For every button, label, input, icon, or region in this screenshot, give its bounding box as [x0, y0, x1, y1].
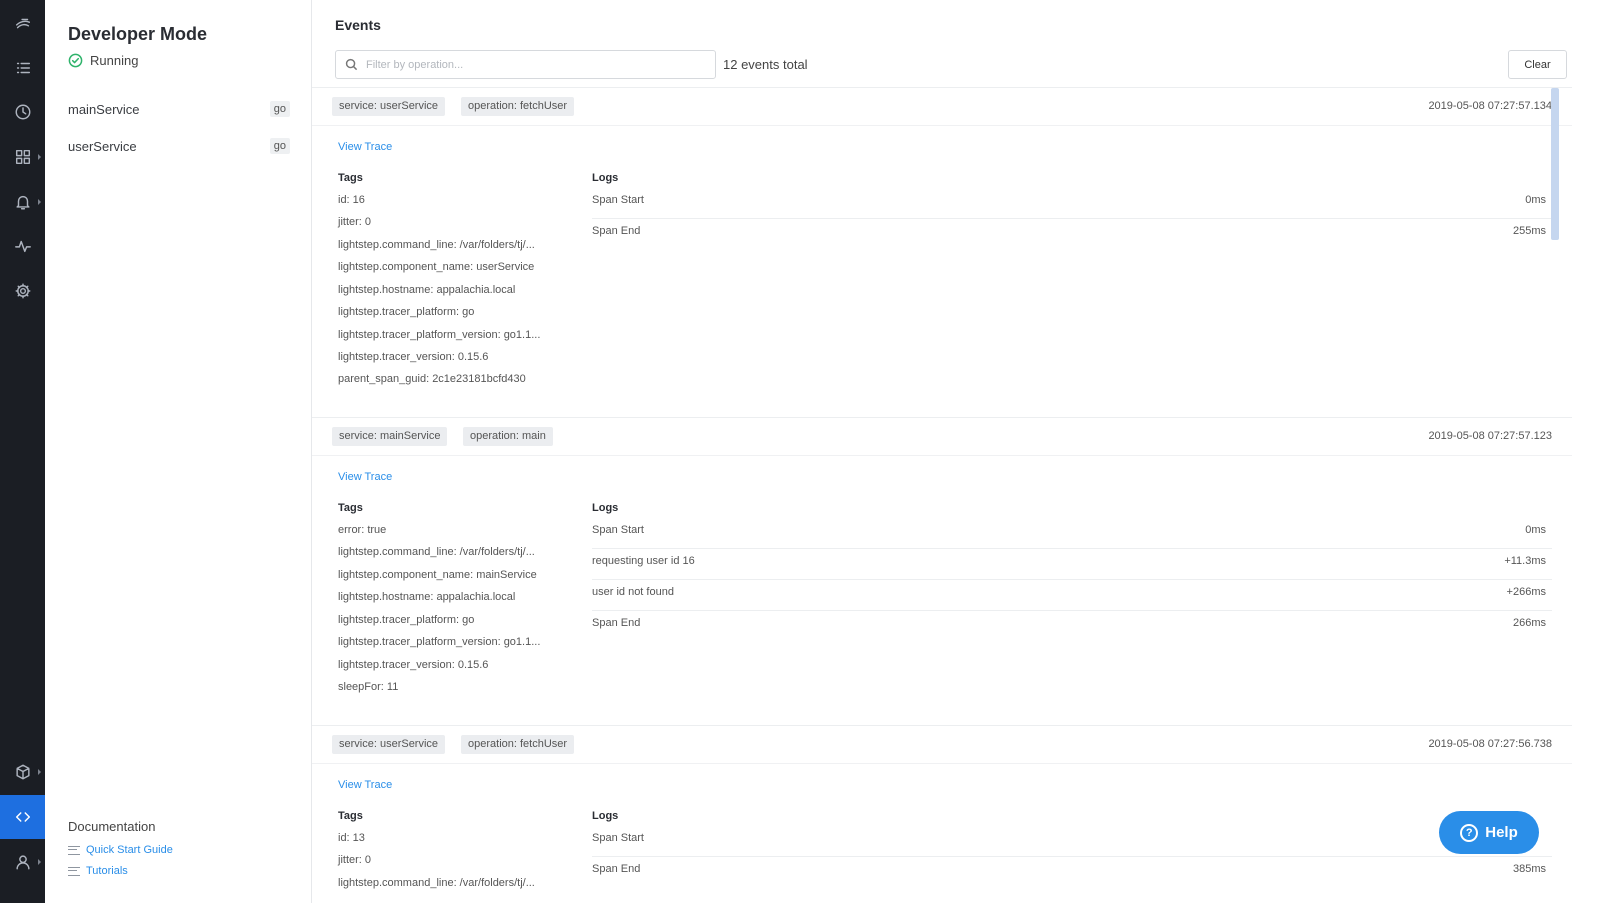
tag-entry: lightstep.command_line: /var/folders/tj/…: [338, 546, 535, 558]
service-chip[interactable]: service: userService: [332, 735, 446, 754]
tag-entry: sleepFor: 11: [338, 681, 399, 693]
logs-heading: Logs: [592, 502, 619, 514]
operation-chip[interactable]: operation: fetchUser: [461, 97, 575, 116]
sidebar-service-item[interactable]: userService go: [68, 135, 290, 157]
log-row: Span End 385ms: [592, 863, 1546, 875]
clear-button[interactable]: Clear: [1508, 50, 1567, 79]
status-indicator: Running: [68, 53, 138, 68]
status-text: Running: [90, 53, 139, 68]
developer-mode-sidebar: Developer Mode Running mainService go us…: [45, 0, 312, 903]
filter-input[interactable]: [366, 58, 696, 71]
quick-start-guide-link[interactable]: Quick Start Guide: [68, 844, 173, 856]
documentation-heading: Documentation: [68, 819, 156, 834]
event-card: service: userService operation: fetchUse…: [312, 725, 1572, 903]
events-panel: Events 12 events total Clear service: us…: [312, 0, 1572, 903]
tag-entry: lightstep.tracer_platform: go: [338, 306, 475, 318]
tag-entry: lightstep.command_line: /var/folders/tj/…: [338, 239, 535, 251]
tag-entry: lightstep.tracer_platform_version: go1.1…: [338, 329, 541, 341]
view-trace-link[interactable]: View Trace: [338, 471, 392, 483]
service-chip[interactable]: service: mainService: [332, 427, 448, 446]
tag-entry: lightstep.tracer_version: 0.15.6: [338, 659, 489, 671]
event-header: service: userService operation: fetchUse…: [312, 726, 1572, 764]
log-row: user id not found +266ms: [592, 580, 1552, 611]
log-row: Span End 255ms: [592, 225, 1546, 237]
tag-entry: lightstep.tracer_version: 0.15.6: [338, 351, 489, 363]
tags-heading: Tags: [338, 172, 363, 184]
tag-entry: id: 13: [338, 832, 365, 844]
tag-entry: parent_span_guid: 2c1e23181bcfd430: [338, 373, 526, 385]
package-cube-icon[interactable]: [0, 750, 45, 794]
events-count: 12 events total: [723, 57, 808, 72]
document-lines-icon: [68, 866, 80, 876]
log-row: requesting user id 16 +11.3ms: [592, 549, 1552, 580]
user-icon[interactable]: [0, 840, 45, 884]
log-row: Span End 266ms: [592, 617, 1546, 629]
operation-chip[interactable]: operation: fetchUser: [461, 735, 575, 754]
tags-heading: Tags: [338, 502, 363, 514]
gear-icon[interactable]: [0, 269, 45, 313]
tag-entry: lightstep.hostname: appalachia.local: [338, 591, 516, 603]
tag-entry: error: true: [338, 524, 387, 536]
event-header: service: userService operation: fetchUse…: [312, 88, 1572, 126]
list-icon[interactable]: [0, 46, 45, 90]
chevron-right-icon: [38, 859, 41, 865]
event-timestamp: 2019-05-08 07:27:56.738: [1428, 738, 1552, 750]
event-timestamp: 2019-05-08 07:27:57.123: [1428, 430, 1552, 442]
tag-entry: id: 16: [338, 194, 365, 206]
activity-pulse-icon[interactable]: [0, 224, 45, 268]
chevron-right-icon: [38, 769, 41, 775]
chevron-right-icon: [38, 199, 41, 205]
scrollbar-thumb[interactable]: [1551, 88, 1559, 240]
event-card: service: mainService operation: main 201…: [312, 417, 1572, 724]
tutorials-link[interactable]: Tutorials: [68, 865, 128, 877]
document-lines-icon: [68, 845, 80, 855]
tag-entry: lightstep.hostname: appalachia.local: [338, 284, 516, 296]
code-brackets-icon[interactable]: [0, 795, 45, 839]
tag-entry: lightstep.component_name: mainService: [338, 569, 537, 581]
event-header: service: mainService operation: main 201…: [312, 418, 1572, 456]
tag-entry: lightstep.command_line: /var/folders/tj/…: [338, 877, 535, 889]
service-name: userService: [68, 138, 137, 154]
dashboard-grid-icon[interactable]: [0, 135, 45, 179]
search-icon: [345, 58, 358, 71]
page-title: Events: [335, 17, 381, 33]
filter-box[interactable]: [335, 50, 716, 79]
view-trace-link[interactable]: View Trace: [338, 779, 392, 791]
tag-entry: lightstep.tracer_platform_version: go1.1…: [338, 636, 541, 648]
question-mark-icon: ?: [1460, 823, 1479, 842]
bell-icon[interactable]: [0, 180, 45, 224]
tag-entry: jitter: 0: [338, 216, 372, 228]
logs-heading: Logs: [592, 810, 619, 822]
event-timestamp: 2019-05-08 07:27:57.134: [1428, 100, 1552, 112]
sidebar-service-item[interactable]: mainService go: [68, 98, 290, 120]
clock-icon[interactable]: [0, 90, 45, 134]
language-badge: go: [269, 101, 290, 117]
operation-chip[interactable]: operation: main: [463, 427, 553, 446]
chevron-right-icon: [38, 154, 41, 160]
check-circle-icon: [68, 53, 83, 68]
sidebar-title: Developer Mode: [68, 24, 208, 44]
tag-entry: jitter: 0: [338, 854, 372, 866]
service-chip[interactable]: service: userService: [332, 97, 446, 116]
event-card: service: userService operation: fetchUse…: [312, 87, 1572, 416]
tag-entry: lightstep.tracer_platform: go: [338, 614, 475, 626]
service-name: mainService: [68, 101, 140, 117]
log-row: Span Start 0ms: [592, 188, 1552, 219]
tag-entry: lightstep.component_name: userService: [338, 261, 535, 273]
view-trace-link[interactable]: View Trace: [338, 141, 392, 153]
logo-icon[interactable]: [0, 2, 45, 46]
logs-heading: Logs: [592, 172, 619, 184]
log-row: Span Start 0ms: [592, 518, 1552, 549]
language-badge: go: [269, 138, 290, 154]
tags-heading: Tags: [338, 810, 363, 822]
help-button[interactable]: ? Help: [1439, 811, 1539, 854]
nav-rail: [0, 0, 45, 903]
log-row: Span Start: [592, 826, 1552, 857]
